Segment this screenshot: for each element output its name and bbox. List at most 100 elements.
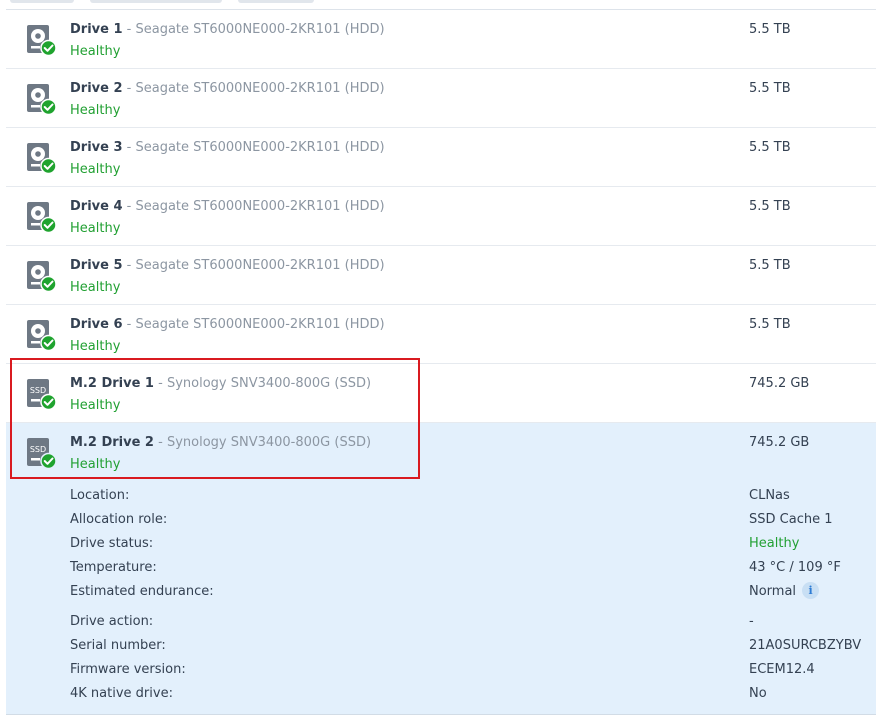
drive-row[interactable]: Drive 1 - Seagate ST6000NE000-2KR101 (HD…	[6, 10, 876, 69]
toolbar-tab[interactable]	[10, 0, 74, 3]
drive-title: Drive 4 - Seagate ST6000NE000-2KR101 (HD…	[70, 199, 385, 214]
top-toolbar-strip	[0, 0, 876, 9]
drive-status: Healthy	[70, 398, 121, 413]
drive-status: Healthy	[70, 457, 121, 472]
drive-capacity: 5.5 TB	[749, 140, 791, 155]
detail-value: 21A0SURCBZYBV	[749, 638, 862, 653]
drive-name: Drive 4	[70, 199, 123, 214]
drive-capacity: 5.5 TB	[749, 22, 791, 37]
drive-row[interactable]: Drive 6 - Seagate ST6000NE000-2KR101 (HD…	[6, 305, 876, 364]
drive-model: Synology SNV3400-800G (SSD)	[166, 435, 372, 450]
drive-model: Seagate ST6000NE000-2KR101 (HDD)	[135, 81, 385, 96]
detail-label: Firmware version:	[70, 662, 186, 677]
svg-text:SSD: SSD	[30, 386, 46, 395]
detail-value: CLNas	[749, 488, 790, 503]
drive-title: Drive 2 - Seagate ST6000NE000-2KR101 (HD…	[70, 81, 385, 96]
drive-status: Healthy	[70, 44, 121, 59]
hdd-healthy-icon	[27, 84, 57, 115]
detail-row-drive-action: Drive action: -	[6, 614, 876, 636]
detail-label: 4K native drive:	[70, 686, 173, 701]
drive-model-separator: -	[153, 435, 167, 450]
detail-row-allocation-role: Allocation role: SSD Cache 1	[6, 512, 876, 534]
detail-value: Normal	[749, 584, 797, 599]
detail-value: 43 °C / 109 °F	[749, 560, 841, 575]
drive-model-separator: -	[153, 376, 167, 391]
drive-row[interactable]: Drive 5 - Seagate ST6000NE000-2KR101 (HD…	[6, 246, 876, 305]
drive-title: M.2 Drive 2 - Synology SNV3400-800G (SSD…	[70, 435, 371, 450]
hdd-healthy-icon	[27, 202, 57, 233]
detail-row-serial-number: Serial number: 21A0SURCBZYBV	[6, 638, 876, 660]
drive-model-separator: -	[122, 317, 136, 332]
drive-title: Drive 1 - Seagate ST6000NE000-2KR101 (HD…	[70, 22, 385, 37]
detail-value-wrap: Normal i	[749, 582, 820, 599]
detail-label: Allocation role:	[70, 512, 168, 527]
hdd-healthy-icon	[27, 320, 57, 351]
info-icon[interactable]: i	[802, 582, 820, 599]
drive-status: Healthy	[70, 280, 121, 295]
detail-value: ECEM12.4	[749, 662, 815, 677]
hdd-healthy-icon	[27, 143, 57, 174]
drive-model-separator: -	[122, 140, 136, 155]
detail-row-4k-native: 4K native drive: No	[6, 686, 876, 708]
hdd-healthy-icon	[27, 25, 57, 56]
drive-capacity: 745.2 GB	[749, 435, 810, 450]
drive-title: Drive 3 - Seagate ST6000NE000-2KR101 (HD…	[70, 140, 385, 155]
drive-row[interactable]: Drive 4 - Seagate ST6000NE000-2KR101 (HD…	[6, 187, 876, 246]
drive-status: Healthy	[70, 103, 121, 118]
drive-row-selected[interactable]: SSD M.2 Drive 2 - Synology SNV3400-800G …	[6, 423, 876, 482]
drive-row[interactable]: SSD M.2 Drive 1 - Synology SNV3400-800G …	[6, 364, 876, 423]
detail-value: -	[749, 614, 754, 629]
drive-model: Seagate ST6000NE000-2KR101 (HDD)	[135, 317, 385, 332]
drive-model: Seagate ST6000NE000-2KR101 (HDD)	[135, 22, 385, 37]
drive-name: M.2 Drive 2	[70, 435, 154, 450]
drive-name: Drive 2	[70, 81, 123, 96]
detail-label: Estimated endurance:	[70, 584, 214, 599]
drive-details-panel: Location: CLNas Allocation role: SSD Cac…	[6, 482, 876, 714]
drive-capacity: 745.2 GB	[749, 376, 810, 391]
drive-name: Drive 6	[70, 317, 123, 332]
detail-value: No	[749, 686, 767, 701]
drive-model: Seagate ST6000NE000-2KR101 (HDD)	[135, 199, 385, 214]
drive-model: Synology SNV3400-800G (SSD)	[166, 376, 372, 391]
toolbar-tab[interactable]	[90, 0, 222, 3]
detail-label: Serial number:	[70, 638, 166, 653]
ssd-healthy-icon: SSD	[27, 438, 57, 469]
detail-label: Temperature:	[70, 560, 157, 575]
drive-title: Drive 5 - Seagate ST6000NE000-2KR101 (HD…	[70, 258, 385, 273]
drive-model-separator: -	[122, 199, 136, 214]
drive-row[interactable]: Drive 3 - Seagate ST6000NE000-2KR101 (HD…	[6, 128, 876, 187]
detail-row-location: Location: CLNas	[6, 488, 876, 510]
drive-status: Healthy	[70, 162, 121, 177]
drive-model-separator: -	[122, 22, 136, 37]
detail-label: Drive action:	[70, 614, 154, 629]
drive-capacity: 5.5 TB	[749, 317, 791, 332]
drive-row[interactable]: Drive 2 - Seagate ST6000NE000-2KR101 (HD…	[6, 69, 876, 128]
drive-status: Healthy	[70, 339, 121, 354]
drive-name: Drive 1	[70, 22, 123, 37]
drive-capacity: 5.5 TB	[749, 199, 791, 214]
drive-name: Drive 3	[70, 140, 123, 155]
drive-model: Seagate ST6000NE000-2KR101 (HDD)	[135, 258, 385, 273]
details-bottom-divider	[6, 714, 876, 715]
detail-value: Healthy	[749, 536, 800, 551]
svg-text:SSD: SSD	[30, 445, 46, 454]
detail-row-firmware-version: Firmware version: ECEM12.4	[6, 662, 876, 684]
detail-label: Location:	[70, 488, 130, 503]
toolbar-tab[interactable]	[238, 0, 314, 3]
ssd-healthy-icon: SSD	[27, 379, 57, 410]
detail-row-estimated-endurance: Estimated endurance: Normal i	[6, 582, 876, 606]
detail-row-temperature: Temperature: 43 °C / 109 °F	[6, 560, 876, 582]
drive-name: Drive 5	[70, 258, 123, 273]
detail-value: SSD Cache 1	[749, 512, 833, 527]
drive-status: Healthy	[70, 221, 121, 236]
drive-capacity: 5.5 TB	[749, 258, 791, 273]
hdd-healthy-icon	[27, 261, 57, 292]
drive-model: Seagate ST6000NE000-2KR101 (HDD)	[135, 140, 385, 155]
detail-label: Drive status:	[70, 536, 154, 551]
drive-capacity: 5.5 TB	[749, 81, 791, 96]
drive-model-separator: -	[122, 81, 136, 96]
detail-row-drive-status: Drive status: Healthy	[6, 536, 876, 558]
drive-name: M.2 Drive 1	[70, 376, 154, 391]
drive-title: M.2 Drive 1 - Synology SNV3400-800G (SSD…	[70, 376, 371, 391]
drive-model-separator: -	[122, 258, 136, 273]
